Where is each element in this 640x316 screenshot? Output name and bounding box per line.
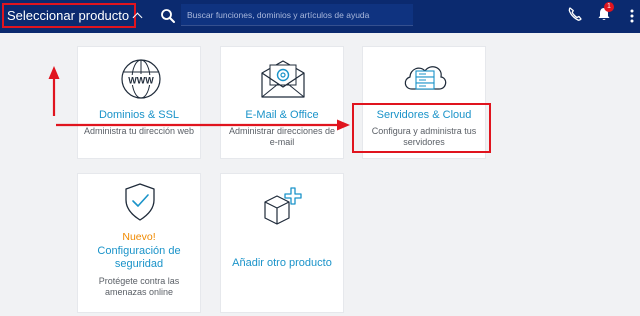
card-description: Protégete contra las amenazas online xyxy=(98,276,180,297)
select-product-dropdown[interactable]: Seleccionar producto xyxy=(2,3,143,28)
add-product-card[interactable]: Añadir otro producto xyxy=(220,173,344,313)
servers-highlight-box xyxy=(352,103,491,153)
card-title: Dominios & SSL xyxy=(98,109,180,121)
card-title: E-Mail & Office xyxy=(245,109,319,121)
box-plus-icon xyxy=(264,187,302,225)
cloud-server-icon xyxy=(404,66,447,90)
more-vertical-icon[interactable] xyxy=(627,8,637,24)
phone-icon[interactable] xyxy=(566,5,584,23)
product-card-email-office[interactable]: E-Mail & Office Administrar direcciones … xyxy=(220,46,344,159)
select-product-label: Seleccionar producto xyxy=(7,8,130,23)
globe-www-icon: WWW xyxy=(121,59,161,99)
arrow-up-icon xyxy=(48,66,60,116)
search-input[interactable] xyxy=(181,4,413,26)
card-description: Administrar direcciones de e-mail xyxy=(228,126,336,147)
top-navigation-bar: Seleccionar producto 1 xyxy=(0,0,640,33)
search-icon[interactable] xyxy=(160,8,176,24)
envelope-at-icon xyxy=(261,60,305,98)
notifications-button[interactable]: 1 xyxy=(596,2,616,25)
card-description: Administra tu dirección web xyxy=(83,126,195,136)
svg-text:WWW: WWW xyxy=(128,76,154,86)
notification-count-badge: 1 xyxy=(604,2,614,12)
product-card-domains[interactable]: WWW Dominios & SSL Administra tu direcci… xyxy=(77,46,201,159)
shield-check-icon xyxy=(125,183,155,221)
chevron-up-icon xyxy=(132,12,143,23)
card-title: Configuración de seguridad xyxy=(97,245,181,270)
new-badge-text: Nuevo! xyxy=(122,231,156,243)
product-card-security[interactable]: Nuevo! Configuración de seguridad Protég… xyxy=(77,173,201,313)
card-title: Añadir otro producto xyxy=(232,257,332,269)
